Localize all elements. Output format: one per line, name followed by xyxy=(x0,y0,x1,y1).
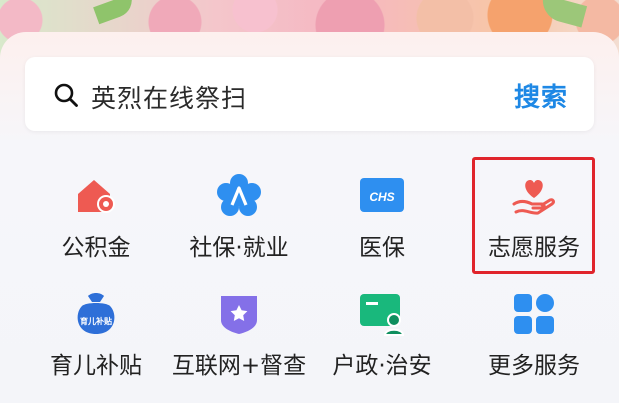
search-icon xyxy=(54,83,78,107)
service-childcare-subsidy[interactable]: 育儿补贴 育儿补贴 xyxy=(26,292,166,392)
shield-star-icon xyxy=(221,296,257,334)
leaf-decoration xyxy=(537,0,588,28)
highlight-box xyxy=(472,157,595,274)
service-more[interactable]: 更多服务 xyxy=(464,292,604,392)
childcare-bag-icon: 育儿补贴 xyxy=(77,293,115,334)
service-label: 医保 xyxy=(359,235,405,261)
social-security-icon xyxy=(217,174,261,216)
service-household-security[interactable]: 户政·治安 xyxy=(312,292,452,392)
grid-icon xyxy=(514,294,554,334)
service-medical-insurance[interactable]: CHS 医保 xyxy=(312,174,452,274)
service-label: 公积金 xyxy=(61,235,131,261)
service-social-security[interactable]: 社保·就业 xyxy=(169,174,309,274)
search-input[interactable]: 英烈在线祭扫 xyxy=(91,79,247,115)
service-label: 更多服务 xyxy=(488,353,580,379)
service-housing-fund[interactable]: 公积金 xyxy=(26,174,166,274)
service-label: 互联网+督查 xyxy=(171,353,307,379)
search-button[interactable]: 搜索 xyxy=(514,77,568,114)
service-internet-supervision[interactable]: 互联网+督查 xyxy=(169,292,309,392)
chs-text: CHS xyxy=(369,190,394,204)
leaf-decoration xyxy=(93,0,137,25)
service-label: 社保·就业 xyxy=(189,235,289,261)
service-label: 育儿补贴 xyxy=(50,353,142,379)
childcare-text: 育儿补贴 xyxy=(80,316,112,326)
house-coin-icon xyxy=(78,180,115,213)
id-card-icon xyxy=(360,294,404,336)
service-label: 户政·治安 xyxy=(332,353,432,379)
search-bar[interactable]: 英烈在线祭扫 搜索 xyxy=(25,57,594,131)
chs-card-icon: CHS xyxy=(360,178,404,212)
